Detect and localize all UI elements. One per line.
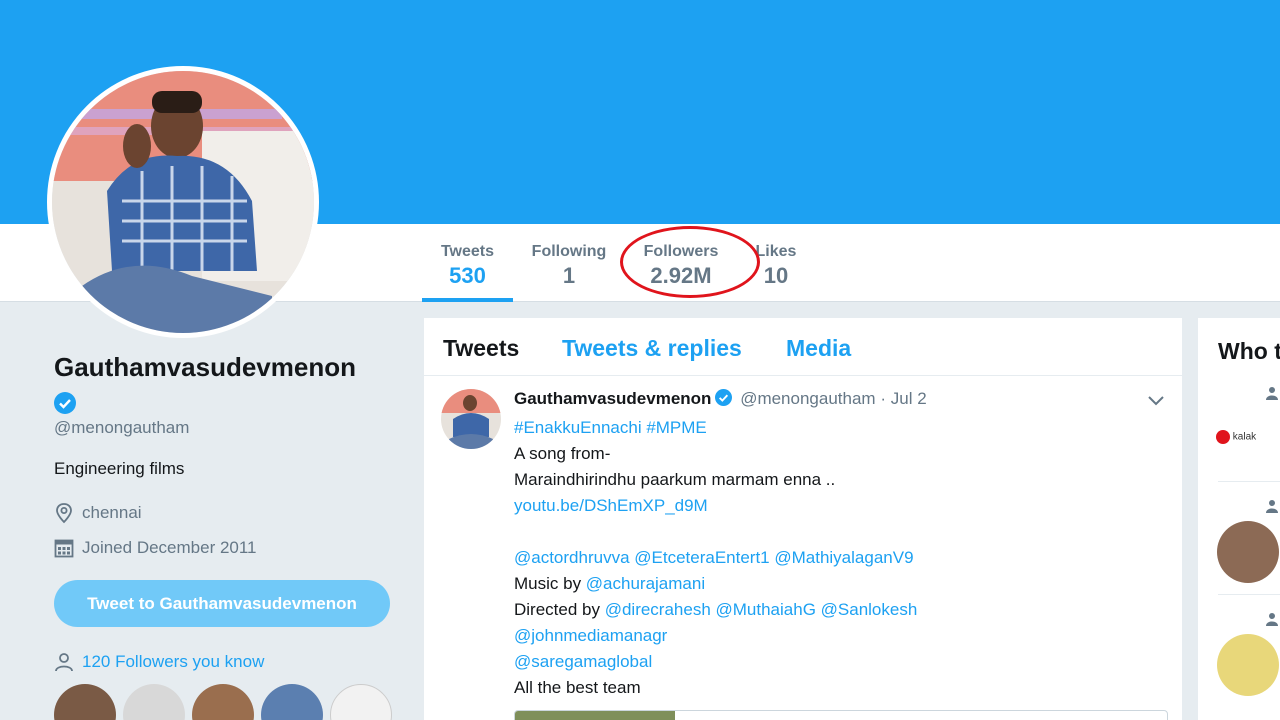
tweet-text-segment: Music by <box>514 574 586 593</box>
tweet-link[interactable]: #EnakkuEnnachi #MPME <box>514 418 707 437</box>
location-text: chennai <box>82 503 142 522</box>
tweet-header: Gauthamvasudevmenon @menongautham · Jul … <box>514 389 927 409</box>
tweet-text-segment: Directed by <box>514 600 605 619</box>
verified-icon <box>715 389 733 406</box>
divider <box>1218 594 1280 595</box>
tweet-line: All the best team <box>514 675 1154 701</box>
joined-text: Joined December 2011 <box>82 538 257 557</box>
known-follower-avatar[interactable] <box>261 684 323 720</box>
tweet-link[interactable]: @saregamaglobal <box>514 652 652 671</box>
suggested-account-logo[interactable]: kalak <box>1216 430 1256 444</box>
profile-location: chennai <box>54 502 142 524</box>
tweet-line: Maraindhirindhu paarkum marmam enna .. <box>514 467 1154 493</box>
stat-label: Tweets <box>440 243 495 260</box>
who-to-follow-title: Who t <box>1218 338 1280 364</box>
tweet-line <box>514 519 1154 545</box>
tweet-line: @johnmediamanagr <box>514 623 1154 649</box>
tweet-line: Music by @achurajamani <box>514 571 1154 597</box>
tweet-text: #EnakkuEnnachi #MPME A song from- Maraindh… <box>514 415 1154 701</box>
suggested-account-avatar[interactable] <box>1217 634 1279 696</box>
person-icon <box>1266 387 1278 400</box>
tweet-to-button[interactable]: Tweet to Gauthamvasudevmenon <box>54 580 390 627</box>
calendar-icon <box>54 539 74 558</box>
who-to-follow-panel: Who t kalak <box>1198 318 1280 720</box>
followers-you-know-link[interactable]: 120 Followers you know <box>54 652 264 672</box>
tweet-text-segment: A song from- <box>514 444 611 463</box>
person-icon <box>1266 500 1278 513</box>
chevron-down-icon[interactable] <box>1146 394 1166 408</box>
timeline: Tweets Tweets & replies Media Gauthamvas… <box>424 318 1182 720</box>
tweet-line: Directed by @direcrahesh @MuthaiahG @San… <box>514 597 1154 623</box>
profile-joined: Joined December 2011 <box>54 538 257 558</box>
tab-tweets-replies[interactable]: Tweets & replies <box>562 335 742 362</box>
known-follower-avatar[interactable] <box>54 684 116 720</box>
tweet-link[interactable]: youtu.be/DShEmXP_d9M <box>514 496 708 515</box>
logo-text: kalak <box>1232 431 1257 443</box>
tweet-line: #EnakkuEnnachi #MPME <box>514 415 1154 441</box>
stat-value: 530 <box>449 263 486 288</box>
divider <box>1218 481 1280 482</box>
avatar-photo <box>52 71 314 333</box>
media-thumbnail <box>515 711 675 720</box>
tweet-author-name[interactable]: Gauthamvasudevmenon <box>514 389 711 408</box>
profile-avatar[interactable] <box>47 66 319 338</box>
known-follower-avatar[interactable] <box>123 684 185 720</box>
tweet-line: A song from- <box>514 441 1154 467</box>
stat-label: Following <box>531 243 607 260</box>
tweet-avatar-photo <box>441 389 501 449</box>
logo-mark-icon <box>1216 430 1230 444</box>
tab-media[interactable]: Media <box>786 335 851 362</box>
tweet-link[interactable]: @direcrahesh @MuthaiahG @Sanlokesh <box>605 600 918 619</box>
suggested-account-avatar[interactable] <box>1217 521 1279 583</box>
tweet-line: youtu.be/DShEmXP_d9M <box>514 493 1154 519</box>
known-follower-avatar[interactable] <box>330 684 392 720</box>
tweet-dot: · <box>880 389 886 408</box>
profile-handle[interactable]: @menongautham <box>54 418 189 438</box>
known-follower-avatar[interactable] <box>192 684 254 720</box>
tweet-text-segment: All the best team <box>514 678 641 697</box>
stat-tweets[interactable]: Tweets 530 <box>422 224 513 302</box>
timeline-tabs: Tweets Tweets & replies Media <box>424 318 1182 376</box>
tab-tweets[interactable]: Tweets <box>443 335 519 362</box>
tweet-line: @saregamaglobal <box>514 649 1154 675</box>
followers-highlight-circle <box>620 226 760 298</box>
profile-bio: Engineering films <box>54 459 185 478</box>
verified-icon <box>54 392 76 414</box>
followers-you-know-text: 120 Followers you know <box>82 652 265 671</box>
tweet-date[interactable]: Jul 2 <box>891 389 927 408</box>
person-icon <box>1266 613 1278 626</box>
stat-following[interactable]: Following 1 <box>525 224 613 302</box>
tweet-link[interactable]: @actordhruvva @EtceteraEntert1 @Mathiyal… <box>514 548 914 567</box>
tweet-link[interactable]: @johnmediamanagr <box>514 626 667 645</box>
stat-value: 1 <box>562 263 576 288</box>
tweet-author-avatar[interactable] <box>441 389 501 449</box>
tweet-handle[interactable]: @menongautham <box>740 389 875 408</box>
tweet-line: @actordhruvva @EtceteraEntert1 @Mathiyal… <box>514 545 1154 571</box>
tweet-media-preview[interactable] <box>514 710 1168 720</box>
location-pin-icon <box>56 503 72 524</box>
person-icon <box>55 653 73 672</box>
tweet-link[interactable]: @achurajamani <box>586 574 705 593</box>
profile-name: Gauthamvasudevmenon <box>54 352 356 382</box>
tweet-text-segment: Maraindhirindhu paarkum marmam enna .. <box>514 470 836 489</box>
